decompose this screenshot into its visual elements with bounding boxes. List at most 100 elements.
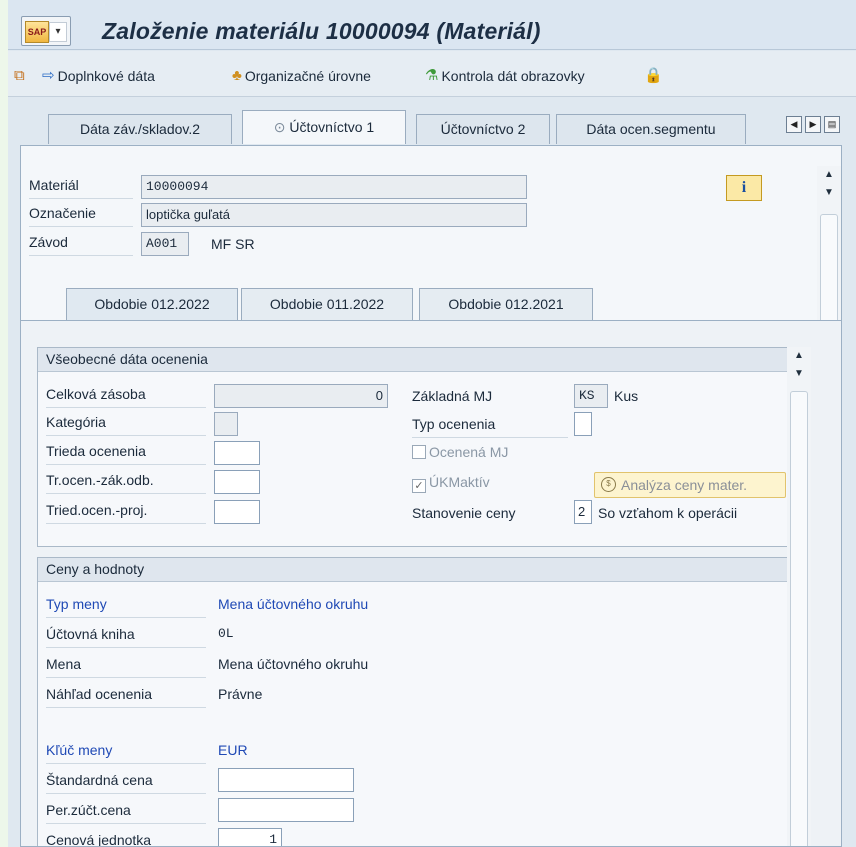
price-unit-label: Cenová jednotka [46, 832, 206, 846]
vc-project-label: Tried.ocen.-proj. [46, 502, 206, 524]
subtab-label: Obdobie 012.2022 [94, 296, 210, 312]
vc-sales-label: Tr.ocen.-zák.odb. [46, 472, 206, 494]
title-bar: SAP ▾ Založenie materiálu 10000094 (Mate… [8, 0, 856, 50]
checkbox-checked-icon: ✓ [412, 479, 426, 493]
periodic-price-input[interactable] [218, 798, 354, 822]
general-valuation-group: Všeobecné dáta ocenenia Celková zásoba 0… [37, 347, 803, 547]
description-field: loptička guľatá [141, 203, 527, 227]
scroll-up-icon[interactable]: ▲ [817, 166, 841, 184]
standard-price-label: Štandardná cena [46, 772, 206, 794]
vc-project-input[interactable] [214, 500, 260, 524]
currency-type-label: Typ meny [46, 596, 206, 618]
magnifier-icon: $ [601, 477, 616, 492]
subtab-period-012-2022[interactable]: Obdobie 012.2022 [66, 288, 238, 320]
check-screen-button[interactable]: ⚗ Kontrola dát obrazovky [425, 65, 585, 87]
ledger-value: 0L [218, 626, 234, 641]
hierarchy-icon: ♣ [232, 67, 242, 84]
system-menu-button[interactable]: SAP ▾ [21, 16, 71, 46]
tab-accounting-1[interactable]: ⊙ Účtovníctvo 1 [242, 110, 406, 144]
valuation-type-label: Typ ocenenia [412, 416, 568, 438]
scroll-up-icon[interactable]: ▲ [787, 347, 811, 365]
total-stock-label: Celková zásoba [46, 386, 206, 408]
valuation-class-label: Trieda ocenenia [46, 443, 206, 465]
subtab-label: Obdobie 011.2022 [269, 296, 385, 312]
ledger-label: Účtovná kniha [46, 626, 206, 648]
scroll-track[interactable] [790, 391, 808, 846]
scroll-down-icon[interactable]: ▼ [787, 365, 811, 383]
info-button[interactable]: i [726, 175, 762, 201]
subtab-period-011-2022[interactable]: Obdobie 011.2022 [241, 288, 413, 320]
scroll-down-icon[interactable]: ▼ [817, 184, 841, 202]
tab-list-button[interactable]: ▤ [824, 116, 840, 133]
plant-code-field: A001 [141, 232, 189, 256]
subtab-period-012-2021[interactable]: Obdobie 012.2021 [419, 288, 593, 320]
currency-label: Mena [46, 656, 206, 678]
price-determination-input[interactable]: 2 [574, 500, 592, 524]
check-data-icon: ⚗ [425, 67, 439, 84]
standard-price-input[interactable] [218, 768, 354, 792]
description-label: Označenie [29, 205, 133, 227]
window-title: Založenie materiálu 10000094 (Materiál) [102, 18, 541, 44]
ml-active-label: ÚKMaktív [429, 474, 490, 490]
inner-vertical-scrollbar[interactable]: ▲ ▼ [787, 347, 811, 846]
valuation-view-label: Náhľad ocenenia [46, 686, 206, 708]
extra-data-label: Doplnkové dáta [57, 68, 155, 84]
tab-content-panel: Materiál 10000094 Označenie loptička guľ… [20, 145, 842, 847]
plant-label: Závod [29, 234, 133, 256]
base-uom-label: Základná MJ [412, 388, 493, 404]
base-uom-text: Kus [614, 388, 639, 404]
subtab-label: Obdobie 012.2021 [448, 296, 564, 312]
tab-scroll-right-button[interactable]: ▶ [805, 116, 821, 133]
tab-label: Dáta ocen.segmentu [586, 121, 716, 137]
category-label: Kategória [46, 414, 206, 436]
periodic-price-label: Per.zúčt.cena [46, 802, 206, 824]
prices-values-group: Ceny a hodnoty Typ meny Mena účtovného o… [37, 557, 803, 846]
valuation-class-input[interactable] [214, 441, 260, 465]
tab-label: Účtovníctvo 1 [289, 119, 375, 135]
org-levels-button[interactable]: ♣ Organizačné úrovne [232, 65, 371, 87]
tab-scroll-left-button[interactable]: ◀ [786, 116, 802, 133]
valuation-type-input[interactable] [574, 412, 592, 436]
tab-label: Účtovníctvo 2 [440, 121, 526, 137]
valuation-view-value: Právne [218, 686, 263, 702]
lock-button[interactable]: 🔒 [644, 65, 666, 87]
valuated-uom-checkbox[interactable]: Ocenená MJ [412, 444, 508, 460]
group-title: Ceny a hodnoty [38, 558, 802, 582]
info-icon: i [741, 179, 747, 196]
sap-logo-icon: SAP [25, 21, 49, 43]
price-determination-label: Stanovenie ceny [412, 505, 516, 521]
analyze-price-button[interactable]: $ Analýza ceny mater. [594, 472, 786, 498]
org-levels-label: Organizačné úrovne [244, 68, 371, 84]
ml-active-checkbox: ✓ ÚKMaktív [412, 474, 490, 493]
price-unit-input[interactable]: 1 [218, 828, 282, 846]
material-field: 10000094 [141, 175, 527, 199]
currency-key-value: EUR [218, 742, 248, 758]
main-tab-strip: Dáta záv./skladov.2 ⊙ Účtovníctvo 1 Účto… [8, 98, 856, 144]
currency-value: Mena účtovného okruhu [218, 656, 369, 672]
valuated-uom-label: Ocenená MJ [429, 444, 509, 460]
tab-accounting-2[interactable]: Účtovníctvo 2 [416, 114, 550, 144]
arrow-right-icon: ⇨ [42, 67, 55, 84]
tab-valuation-segment[interactable]: Dáta ocen.segmentu [556, 114, 746, 144]
currency-key-label: Kľúč meny [46, 742, 206, 764]
material-label: Materiál [29, 177, 133, 199]
extra-data-button[interactable]: ⇨ Doplnkové dáta [42, 65, 155, 87]
tab-label: Dáta záv./skladov.2 [79, 121, 201, 137]
group-title: Všeobecné dáta ocenenia [38, 348, 802, 372]
price-determination-text: So vzťahom k operácii [598, 505, 738, 521]
active-tab-icon: ⊙ [273, 119, 286, 135]
sap-window: SAP ▾ Založenie materiálu 10000094 (Mate… [8, 0, 856, 847]
total-stock-field: 0 [214, 384, 388, 408]
currency-type-value: Mena účtovného okruhu [218, 596, 369, 612]
lock-icon: 🔒 [644, 67, 663, 84]
tab-plant-storage-2[interactable]: Dáta záv./skladov.2 [48, 114, 232, 144]
period-subpanel: Všeobecné dáta ocenenia Celková zásoba 0… [21, 320, 841, 846]
plant-name: MF SR [211, 236, 255, 252]
vc-sales-input[interactable] [214, 470, 260, 494]
analyze-price-label: Analýza ceny mater. [621, 477, 748, 493]
switch-mode-button[interactable]: ⧉ [14, 65, 28, 87]
base-uom-field: KS [574, 384, 608, 408]
check-screen-label: Kontrola dát obrazovky [441, 68, 585, 84]
application-toolbar: ⧉ ⇨ Doplnkové dáta ♣ Organizačné úrovne … [8, 51, 856, 97]
category-field[interactable] [214, 412, 238, 436]
